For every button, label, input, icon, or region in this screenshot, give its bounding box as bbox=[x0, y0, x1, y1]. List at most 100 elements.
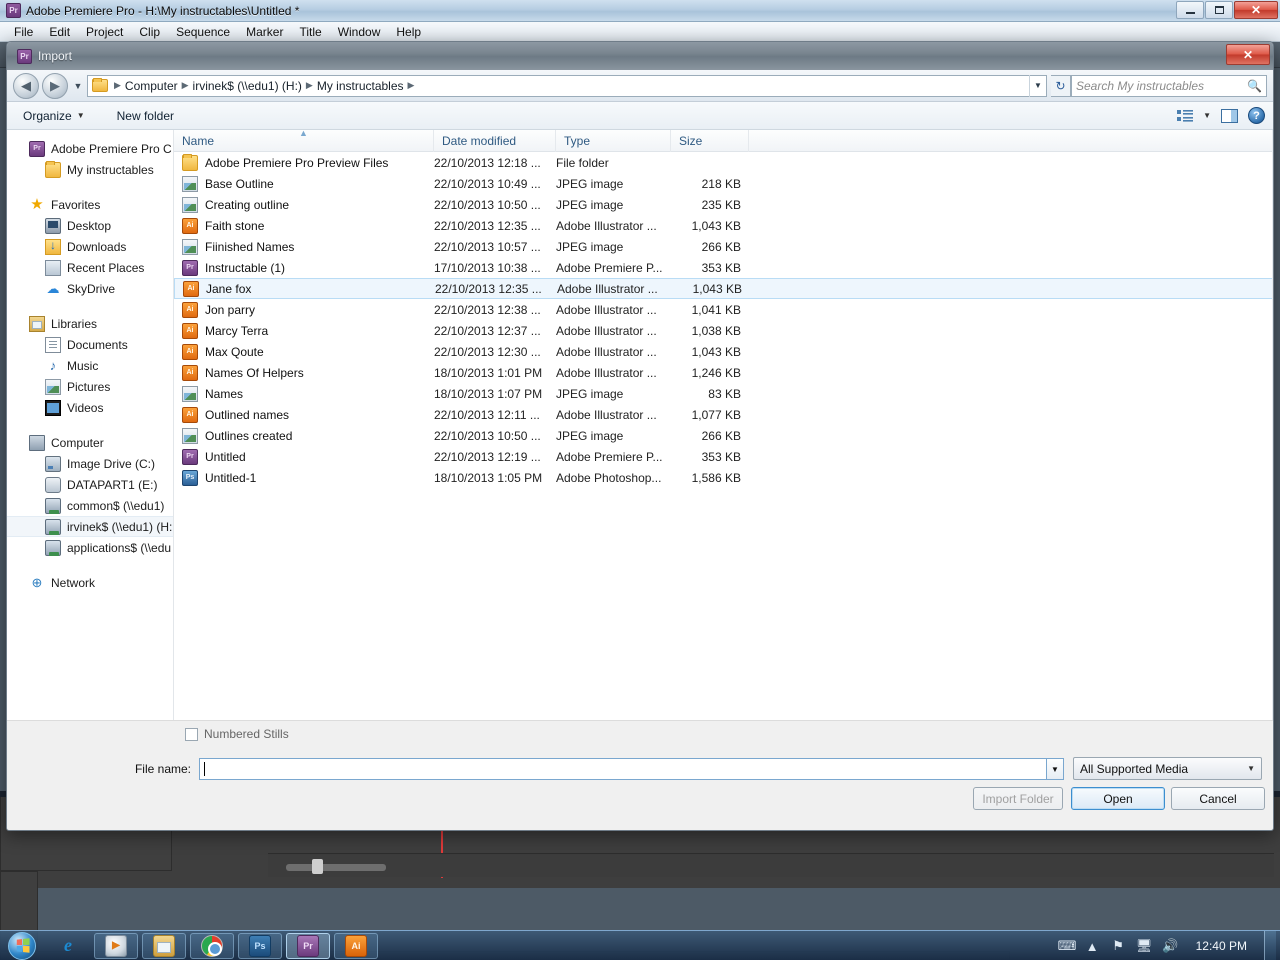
clock[interactable]: 12:40 PM bbox=[1188, 939, 1255, 953]
preview-pane-icon[interactable] bbox=[1221, 109, 1238, 123]
table-row[interactable]: PrInstructable (1)17/10/2013 10:38 ...Ad… bbox=[174, 257, 1273, 278]
file-type-select[interactable]: All Supported Media ▼ bbox=[1073, 757, 1262, 780]
table-row[interactable]: AiNames Of Helpers18/10/2013 1:01 PMAdob… bbox=[174, 362, 1273, 383]
keyboard-layout-icon[interactable]: ⌨ bbox=[1058, 938, 1075, 954]
sidebar-item-applications-edu[interactable]: applications$ (\\edu bbox=[7, 537, 173, 558]
table-row[interactable]: Base Outline22/10/2013 10:49 ...JPEG ima… bbox=[174, 173, 1273, 194]
sidebar-item-label: Videos bbox=[67, 401, 103, 415]
menu-project[interactable]: Project bbox=[78, 23, 131, 41]
sidebar-item-desktop[interactable]: Desktop bbox=[7, 215, 173, 236]
network-icon[interactable]: 🖥 bbox=[1136, 938, 1153, 954]
sidebar-item-adobe-premiere-pro[interactable]: PrAdobe Premiere Pro C bbox=[7, 138, 173, 159]
new-folder-button[interactable]: New folder bbox=[109, 106, 182, 126]
action-center-flag-icon[interactable]: ⚑ bbox=[1110, 938, 1127, 954]
sidebar-item-network[interactable]: ⊕Network bbox=[7, 572, 173, 593]
close-icon[interactable]: ✕ bbox=[1234, 1, 1278, 19]
taskbar-premiere-pro[interactable]: Pr bbox=[286, 933, 330, 959]
table-row[interactable]: AiJane fox22/10/2013 12:35 ...Adobe Illu… bbox=[174, 278, 1273, 299]
navigation-pane[interactable]: PrAdobe Premiere Pro CMy instructables ★F… bbox=[7, 130, 174, 720]
menu-file[interactable]: File bbox=[6, 23, 41, 41]
history-dropdown-icon[interactable]: ▼ bbox=[71, 81, 85, 91]
table-row[interactable]: AiJon parry22/10/2013 12:38 ...Adobe Ill… bbox=[174, 299, 1273, 320]
column-header-type[interactable]: Type bbox=[556, 130, 671, 152]
menu-title[interactable]: Title bbox=[291, 23, 329, 41]
filename-dropdown-icon[interactable]: ▼ bbox=[1047, 758, 1064, 780]
table-row[interactable]: AiMax Qoute22/10/2013 12:30 ...Adobe Ill… bbox=[174, 341, 1273, 362]
table-row[interactable]: Creating outline22/10/2013 10:50 ...JPEG… bbox=[174, 194, 1273, 215]
organize-button[interactable]: Organize ▼ bbox=[15, 106, 93, 126]
sidebar-item-videos[interactable]: Videos bbox=[7, 397, 173, 418]
refresh-icon[interactable]: ↻ bbox=[1051, 75, 1071, 97]
file-list-rows[interactable]: Adobe Premiere Pro Preview Files22/10/20… bbox=[174, 152, 1273, 488]
taskbar-windows-explorer[interactable] bbox=[142, 933, 186, 959]
sidebar-item-pictures[interactable]: Pictures bbox=[7, 376, 173, 397]
filename-input[interactable] bbox=[199, 758, 1047, 780]
table-row[interactable]: Adobe Premiere Pro Preview Files22/10/20… bbox=[174, 152, 1273, 173]
breadcrumb-computer[interactable]: Computer bbox=[125, 79, 178, 93]
back-button[interactable]: ◀ bbox=[13, 73, 39, 99]
cancel-button[interactable]: Cancel bbox=[1171, 787, 1265, 810]
taskbar-windows-media-player[interactable] bbox=[94, 933, 138, 959]
table-row[interactable]: AiMarcy Terra22/10/2013 12:37 ...Adobe I… bbox=[174, 320, 1273, 341]
sidebar-item-documents[interactable]: Documents bbox=[7, 334, 173, 355]
volume-icon[interactable]: 🔊 bbox=[1162, 938, 1179, 954]
sidebar-item-my-instructables[interactable]: My instructables bbox=[7, 159, 173, 180]
view-dropdown-icon[interactable]: ▼ bbox=[1203, 111, 1211, 120]
sidebar-item-libraries[interactable]: Libraries bbox=[7, 313, 173, 334]
taskbar-photoshop[interactable]: Ps bbox=[238, 933, 282, 959]
import-folder-button[interactable]: Import Folder bbox=[973, 787, 1063, 810]
taskbar-internet-explorer[interactable]: e bbox=[46, 933, 90, 959]
open-button[interactable]: Open bbox=[1071, 787, 1165, 810]
menu-window[interactable]: Window bbox=[330, 23, 389, 41]
ps-icon: Ps bbox=[249, 935, 271, 957]
file-date-cell: 18/10/2013 1:01 PM bbox=[434, 366, 556, 380]
table-row[interactable]: Names18/10/2013 1:07 PMJPEG image83 KB bbox=[174, 383, 1273, 404]
sidebar-item-music[interactable]: ♪Music bbox=[7, 355, 173, 376]
menu-edit[interactable]: Edit bbox=[41, 23, 78, 41]
table-row[interactable]: Outlines created22/10/2013 10:50 ...JPEG… bbox=[174, 425, 1273, 446]
table-row[interactable]: AiOutlined names22/10/2013 12:11 ...Adob… bbox=[174, 404, 1273, 425]
folder-icon bbox=[92, 79, 108, 92]
search-input[interactable]: Search My instructables 🔍 bbox=[1071, 75, 1267, 97]
menu-sequence[interactable]: Sequence bbox=[168, 23, 238, 41]
show-desktop-button[interactable] bbox=[1264, 931, 1276, 960]
timeline-zoom-handle[interactable] bbox=[312, 859, 323, 874]
breadcrumb-my-instructables[interactable]: My instructables bbox=[317, 79, 404, 93]
show-hidden-icons-icon[interactable]: ▲ bbox=[1084, 939, 1101, 954]
sidebar-item-downloads[interactable]: Downloads bbox=[7, 236, 173, 257]
view-options-icon[interactable] bbox=[1177, 109, 1193, 123]
taskbar-illustrator[interactable]: Ai bbox=[334, 933, 378, 959]
sidebar-item-favorites[interactable]: ★Favorites bbox=[7, 194, 173, 215]
minimize-icon[interactable] bbox=[1176, 1, 1204, 19]
close-icon[interactable]: ✕ bbox=[1226, 44, 1270, 65]
menu-marker[interactable]: Marker bbox=[238, 23, 291, 41]
taskbar-google-chrome[interactable] bbox=[190, 933, 234, 959]
sidebar-item-skydrive[interactable]: ☁SkyDrive bbox=[7, 278, 173, 299]
table-row[interactable]: PsUntitled-118/10/2013 1:05 PMAdobe Phot… bbox=[174, 467, 1273, 488]
file-list-pane[interactable]: Name ▲ Date modified Type Size Adobe Pre… bbox=[174, 130, 1273, 720]
table-row[interactable]: Fiinished Names22/10/2013 10:57 ...JPEG … bbox=[174, 236, 1273, 257]
breadcrumb-irvinek-drive[interactable]: irvinek$ (\\edu1) (H:) bbox=[193, 79, 302, 93]
numbered-stills-row[interactable]: Numbered Stills bbox=[185, 727, 289, 741]
column-header-date-modified[interactable]: Date modified bbox=[434, 130, 556, 152]
column-header-size[interactable]: Size bbox=[671, 130, 749, 152]
menu-help[interactable]: Help bbox=[388, 23, 429, 41]
start-button[interactable] bbox=[0, 931, 44, 960]
sidebar-item-computer[interactable]: Computer bbox=[7, 432, 173, 453]
numbered-stills-checkbox[interactable] bbox=[185, 728, 198, 741]
timeline-zoom-slider[interactable] bbox=[286, 864, 386, 871]
sidebar-item-common-edu1[interactable]: common$ (\\edu1) bbox=[7, 495, 173, 516]
forward-button[interactable]: ▶ bbox=[42, 73, 68, 99]
sidebar-item-image-drive-c[interactable]: Image Drive (C:) bbox=[7, 453, 173, 474]
column-header-name[interactable]: Name ▲ bbox=[174, 130, 434, 152]
sidebar-item-recent-places[interactable]: Recent Places bbox=[7, 257, 173, 278]
table-row[interactable]: PrUntitled22/10/2013 12:19 ...Adobe Prem… bbox=[174, 446, 1273, 467]
sidebar-item-datapart1-e[interactable]: DATAPART1 (E:) bbox=[7, 474, 173, 495]
sidebar-item-irvinek-edu1-h[interactable]: irvinek$ (\\edu1) (H: bbox=[7, 516, 173, 537]
maximize-icon[interactable] bbox=[1205, 1, 1233, 19]
chevron-down-icon[interactable]: ▼ bbox=[1029, 75, 1046, 97]
breadcrumb[interactable]: ▶ Computer ▶ irvinek$ (\\edu1) (H:) ▶ My… bbox=[87, 75, 1047, 97]
help-icon[interactable]: ? bbox=[1248, 107, 1265, 124]
menu-clip[interactable]: Clip bbox=[131, 23, 168, 41]
table-row[interactable]: AiFaith stone22/10/2013 12:35 ...Adobe I… bbox=[174, 215, 1273, 236]
